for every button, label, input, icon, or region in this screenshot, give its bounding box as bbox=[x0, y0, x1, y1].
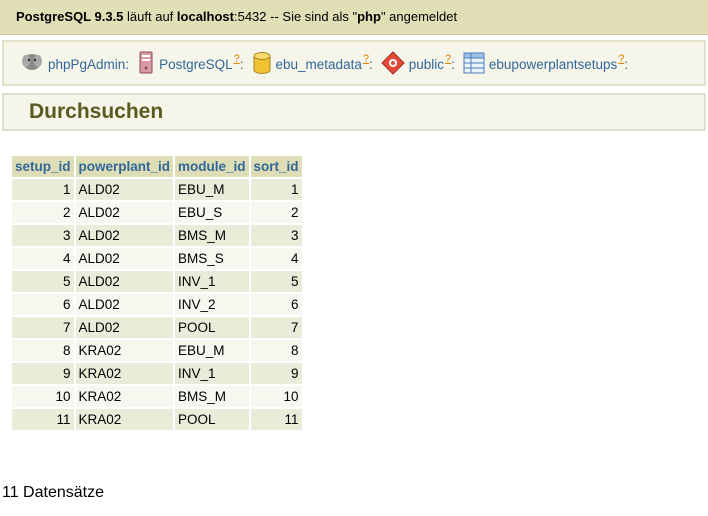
table-cell-powerplant-id: KRA02 bbox=[75, 340, 174, 361]
breadcrumb: phpPgAdmin: PostgreSQL?: ebu_metadata?: pub… bbox=[2, 40, 706, 86]
breadcrumb-separator: : bbox=[125, 56, 130, 72]
table-cell-module-id: EBU_M bbox=[175, 340, 249, 361]
help-link[interactable]: ? bbox=[445, 53, 451, 65]
elephant-icon[interactable] bbox=[20, 51, 44, 78]
table-row: 8 KRA02 EBU_M 8 bbox=[12, 340, 302, 361]
table-cell-sort-id: 8 bbox=[250, 340, 302, 361]
table-row: 3 ALD02 BMS_M 3 bbox=[12, 225, 302, 246]
help-link[interactable]: ? bbox=[363, 53, 369, 65]
table-cell-setup-id: 8 bbox=[12, 340, 74, 361]
table-cell-powerplant-id: ALD02 bbox=[75, 317, 174, 338]
breadcrumb-link[interactable]: public bbox=[409, 57, 444, 72]
table-cell-setup-id: 11 bbox=[12, 409, 74, 430]
page-title-box: Durchsuchen bbox=[2, 93, 706, 131]
table-row: 7 ALD02 POOL 7 bbox=[12, 317, 302, 338]
table-cell-module-id: POOL bbox=[175, 317, 249, 338]
record-count: 11 Datensätze bbox=[2, 484, 104, 501]
table-cell-powerplant-id: ALD02 bbox=[75, 294, 174, 315]
table-cell-module-id: EBU_S bbox=[175, 202, 249, 223]
breadcrumb-item-postgresql: PostgreSQL?: bbox=[137, 51, 251, 78]
table-cell-sort-id: 5 bbox=[250, 271, 302, 292]
table-cell-sort-id: 6 bbox=[250, 294, 302, 315]
table-cell-setup-id: 6 bbox=[12, 294, 74, 315]
table-cell-setup-id: 5 bbox=[12, 271, 74, 292]
table-cell-module-id: INV_1 bbox=[175, 363, 249, 384]
table-cell-sort-id: 9 bbox=[250, 363, 302, 384]
table-cell-setup-id: 9 bbox=[12, 363, 74, 384]
breadcrumb-separator: : bbox=[368, 56, 373, 72]
breadcrumb-item-ebu-metadata: ebu_metadata?: bbox=[252, 51, 381, 78]
table-row: 5 ALD02 INV_1 5 bbox=[12, 271, 302, 292]
table-cell-powerplant-id: ALD02 bbox=[75, 248, 174, 269]
page-title: Durchsuchen bbox=[29, 100, 164, 123]
table-row: 4 ALD02 BMS_S 4 bbox=[12, 248, 302, 269]
table-cell-powerplant-id: ALD02 bbox=[75, 271, 174, 292]
column-header-module-id[interactable]: module_id bbox=[175, 156, 249, 177]
table-cell-powerplant-id: KRA02 bbox=[75, 409, 174, 430]
breadcrumb-separator: : bbox=[624, 56, 629, 72]
help-link[interactable]: ? bbox=[234, 53, 240, 65]
table-cell-sort-id: 7 bbox=[250, 317, 302, 338]
table-cell-module-id: INV_2 bbox=[175, 294, 249, 315]
help-link[interactable]: ? bbox=[618, 53, 624, 65]
column-header-sort-id[interactable]: sort_id bbox=[250, 156, 302, 177]
status-text-2: :5432 -- Sie sind als " bbox=[233, 9, 358, 24]
table-cell-setup-id: 3 bbox=[12, 225, 74, 246]
breadcrumb-item-ebupowerplantsetups: ebupowerplantsetups?: bbox=[463, 52, 636, 77]
breadcrumb-separator: : bbox=[239, 56, 244, 72]
table-row: 10 KRA02 BMS_M 10 bbox=[12, 386, 302, 407]
table-cell-sort-id: 2 bbox=[250, 202, 302, 223]
logged-in-user: php bbox=[357, 9, 381, 24]
breadcrumb-link[interactable]: ebu_metadata bbox=[276, 57, 362, 72]
table-cell-setup-id: 7 bbox=[12, 317, 74, 338]
table-cell-module-id: EBU_M bbox=[175, 179, 249, 200]
table-cell-module-id: POOL bbox=[175, 409, 249, 430]
server-status-bar: PostgreSQL 9.3.5 läuft auf localhost:543… bbox=[0, 0, 708, 35]
table-cell-powerplant-id: ALD02 bbox=[75, 179, 174, 200]
table-row: 1 ALD02 EBU_M 1 bbox=[12, 179, 302, 200]
table-icon[interactable] bbox=[463, 52, 485, 77]
server-status-text: PostgreSQL 9.3.5 läuft auf localhost:543… bbox=[16, 9, 457, 24]
table-row: 6 ALD02 INV_2 6 bbox=[12, 294, 302, 315]
server-icon[interactable] bbox=[137, 51, 155, 78]
table-body: 1 ALD02 EBU_M 1 2 ALD02 EBU_S 2 3 ALD02 BMS_M 3 4 ALD… bbox=[12, 179, 302, 430]
breadcrumb-item-public: public?: bbox=[381, 50, 463, 78]
server-product: PostgreSQL 9.3.5 bbox=[16, 9, 124, 24]
table-cell-sort-id: 10 bbox=[250, 386, 302, 407]
schema-icon[interactable] bbox=[381, 50, 405, 78]
table-cell-sort-id: 4 bbox=[250, 248, 302, 269]
status-text-1: läuft auf bbox=[123, 9, 177, 24]
table-cell-sort-id: 1 bbox=[250, 179, 302, 200]
breadcrumb-link[interactable]: phpPgAdmin bbox=[48, 57, 125, 72]
table-row: 9 KRA02 INV_1 9 bbox=[12, 363, 302, 384]
table-cell-powerplant-id: ALD02 bbox=[75, 225, 174, 246]
table-cell-setup-id: 2 bbox=[12, 202, 74, 223]
table-cell-sort-id: 3 bbox=[250, 225, 302, 246]
table-cell-module-id: BMS_M bbox=[175, 386, 249, 407]
table-cell-setup-id: 4 bbox=[12, 248, 74, 269]
table-row: 11 KRA02 POOL 11 bbox=[12, 409, 302, 430]
table-cell-setup-id: 10 bbox=[12, 386, 74, 407]
table-cell-powerplant-id: KRA02 bbox=[75, 386, 174, 407]
table-cell-module-id: BMS_M bbox=[175, 225, 249, 246]
column-header-setup-id[interactable]: setup_id bbox=[12, 156, 74, 177]
table-cell-module-id: BMS_S bbox=[175, 248, 249, 269]
table-cell-powerplant-id: KRA02 bbox=[75, 363, 174, 384]
breadcrumb-link[interactable]: PostgreSQL bbox=[159, 57, 233, 72]
table-cell-module-id: INV_1 bbox=[175, 271, 249, 292]
table-cell-sort-id: 11 bbox=[250, 409, 302, 430]
table-cell-powerplant-id: ALD02 bbox=[75, 202, 174, 223]
table-row: 2 ALD02 EBU_S 2 bbox=[12, 202, 302, 223]
column-header-powerplant-id[interactable]: powerplant_id bbox=[75, 156, 174, 177]
breadcrumb-item-phppgadmin: phpPgAdmin: bbox=[20, 51, 137, 78]
table-header-row: setup_id powerplant_id module_id sort_id bbox=[12, 156, 302, 177]
breadcrumb-separator: : bbox=[451, 56, 455, 72]
breadcrumb-items: phpPgAdmin: PostgreSQL?: ebu_metadata?: pub… bbox=[20, 50, 636, 78]
table-cell-setup-id: 1 bbox=[12, 179, 74, 200]
breadcrumb-link[interactable]: ebupowerplantsetups bbox=[489, 57, 617, 72]
results-table: setup_id powerplant_id module_id sort_id 1A… bbox=[10, 154, 304, 432]
database-icon[interactable] bbox=[252, 51, 272, 78]
server-host: localhost bbox=[176, 9, 234, 24]
status-text-3: " angemeldet bbox=[380, 9, 458, 24]
